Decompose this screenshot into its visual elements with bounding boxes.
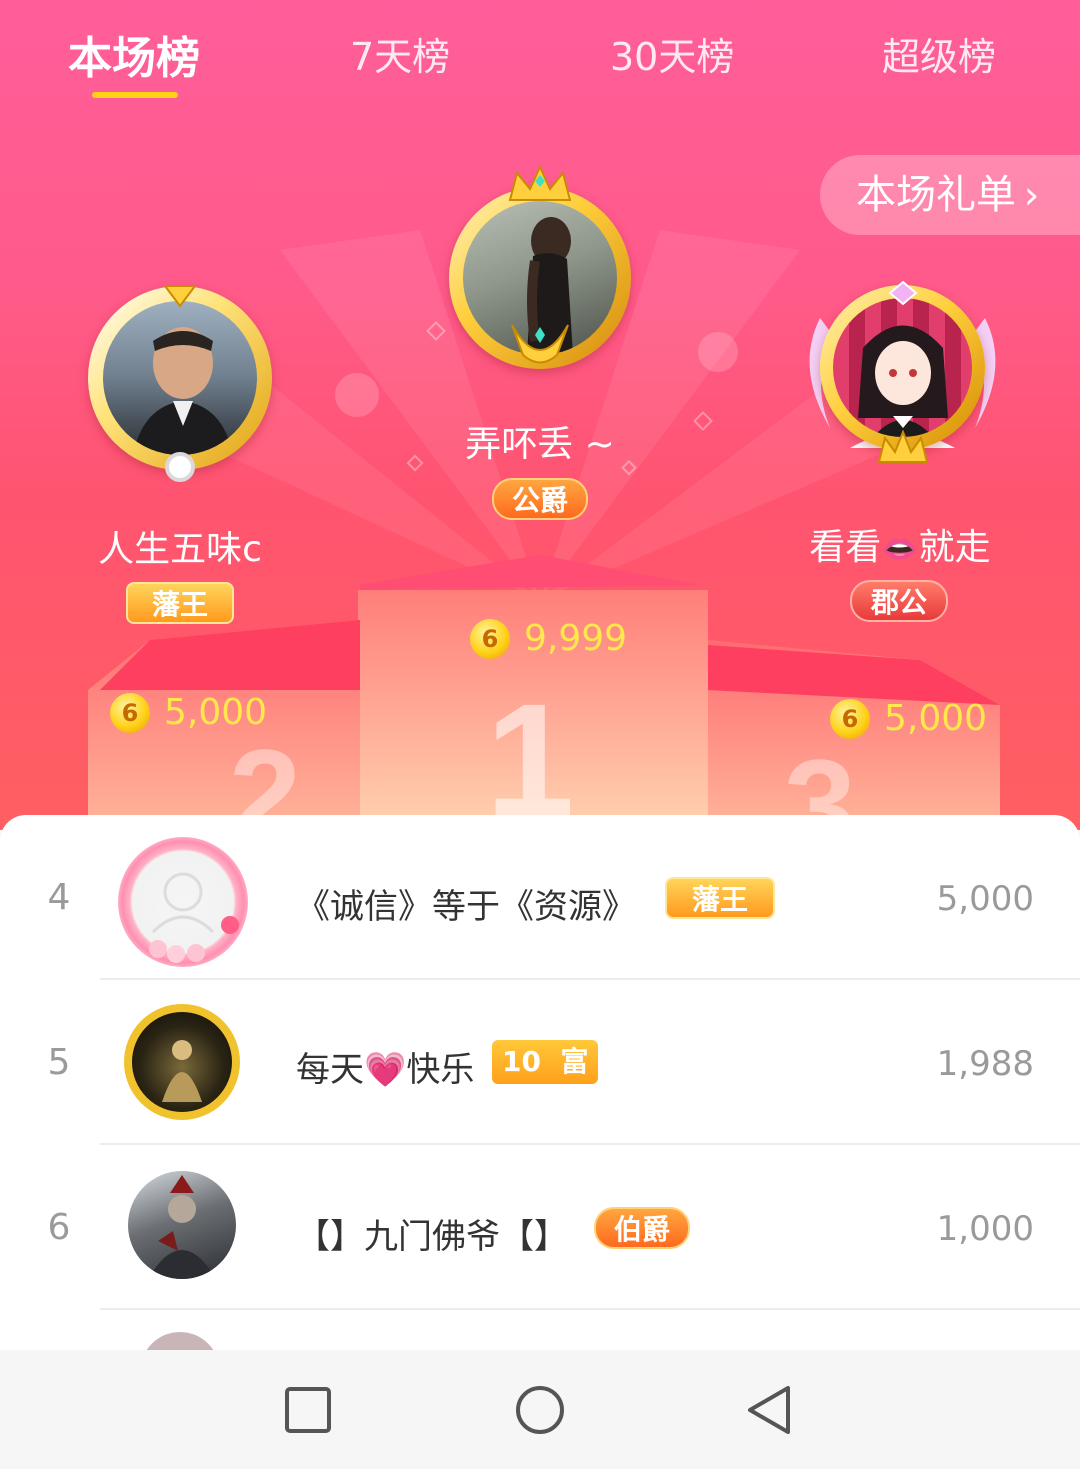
name-text: 每天 [296, 1050, 364, 1090]
crown-icon [877, 430, 929, 463]
rank-badge: 伯爵 [594, 1207, 690, 1249]
second-place-avatar[interactable] [85, 282, 275, 482]
wing-emblem-icon [165, 452, 195, 482]
wealth-level: 10 [502, 1045, 541, 1078]
avatar [118, 837, 248, 967]
default-user-icon [149, 872, 239, 963]
tab-bar: 本场榜 7天榜 30天榜 超级榜 [0, 20, 1080, 100]
crown-icon [508, 165, 572, 201]
second-place-rank-badge: 藩王 [126, 582, 234, 624]
tab-7-days[interactable]: 7天榜 [350, 26, 450, 81]
heart-emoji-icon: 💗 [364, 1050, 407, 1090]
list-item[interactable]: 5 每天💗快乐 10 富 1,988 [0, 980, 1080, 1145]
coin-icon: 6 [110, 692, 150, 733]
third-place-rank-badge: 郡公 [850, 580, 948, 622]
podium-number-2: 2 [229, 722, 301, 830]
recent-apps-button[interactable] [278, 1380, 338, 1440]
second-place-coins: 6 5,000 [110, 692, 267, 733]
name-text: 快乐 [406, 1050, 475, 1090]
coin-value: 5,000 [164, 692, 268, 733]
user-photo-icon [133, 327, 233, 455]
user-photo-icon [148, 1175, 216, 1279]
tab-super[interactable]: 超级榜 [882, 26, 996, 81]
list-item[interactable]: 6 【】九门佛爷【】 伯爵 1,000 [0, 1145, 1080, 1310]
rank-badge-label: 伯爵 [613, 1213, 670, 1246]
diamond-gem-icon [163, 285, 197, 308]
home-button[interactable] [510, 1380, 570, 1440]
third-place-name: 看看👄就走 [790, 518, 1010, 570]
first-place-rank-badge: 公爵 [492, 478, 588, 520]
coin-value: 5,000 [884, 698, 988, 739]
list-item[interactable] [0, 1310, 1080, 1350]
tab-30-days[interactable]: 30天榜 [610, 26, 734, 81]
coin-icon: 6 [830, 698, 870, 739]
gift-list-button[interactable]: 本场礼单 › [820, 155, 1080, 235]
contribution-value: 1,000 [936, 1209, 1034, 1249]
rank-badge: 藩王 [665, 877, 775, 919]
tab-this-show[interactable]: 本场榜 [68, 22, 200, 86]
rank-number: 4 [47, 877, 71, 918]
avatar [140, 1332, 220, 1350]
lips-emoji-icon: 👄 [881, 532, 919, 567]
rank-number: 5 [47, 1042, 71, 1083]
rank-badge-label: 藩王 [691, 883, 748, 916]
first-place-avatar[interactable] [445, 165, 635, 380]
diamond-gem-icon [888, 280, 918, 306]
user-name: 每天💗快乐 [296, 1042, 474, 1091]
name-text: 就走 [918, 527, 991, 568]
name-text: 看看 [809, 527, 882, 568]
active-tab-indicator [92, 92, 178, 98]
first-place-name: 弄吥丢 ~ [465, 424, 615, 465]
user-name: 【】九门佛爷【】 [296, 1217, 568, 1257]
first-place-coins: 6 9,999 [470, 618, 627, 659]
third-place-avatar[interactable] [790, 280, 1015, 470]
user-name: 《诚信》等于《资源》 [296, 887, 636, 927]
avatar [124, 1004, 240, 1120]
third-place-coins: 6 5,000 [830, 698, 987, 739]
contribution-value: 5,000 [936, 879, 1034, 919]
system-nav-bar [0, 1350, 1080, 1469]
back-button[interactable] [740, 1380, 800, 1440]
contribution-value: 1,988 [936, 1044, 1034, 1084]
ranking-list: 4 《诚信》等于《资源》 藩王 5,000 5 每天💗快乐 10 富 1,988… [0, 815, 1080, 1350]
gift-list-label: 本场礼单 [856, 172, 1016, 218]
leaderboard-header: 1 2 3 本场榜 7天榜 30天榜 超级榜 本场礼单 › 弄吥丢 ~ 公爵 6… [0, 0, 1080, 830]
avatar [128, 1171, 236, 1279]
user-photo-icon [162, 1040, 202, 1102]
coin-value: 9,999 [524, 618, 628, 659]
second-place-name: 人生五味c [98, 529, 262, 570]
rank-badge-label: 郡公 [870, 586, 927, 619]
wealth-level-badge: 10 富 [492, 1040, 599, 1084]
rank-badge-label: 藩王 [151, 588, 208, 621]
rank-badge-label: 公爵 [511, 484, 568, 517]
chevron-right-icon: › [1024, 173, 1040, 217]
coin-icon: 6 [470, 618, 510, 659]
rank-number: 6 [47, 1207, 71, 1248]
list-item[interactable]: 4 《诚信》等于《资源》 藩王 5,000 [0, 815, 1080, 980]
wing-emblem-icon [511, 324, 569, 364]
wealth-label: 富 [560, 1045, 589, 1078]
podium-number-1: 1 [486, 670, 575, 830]
user-photo-icon [858, 325, 948, 437]
